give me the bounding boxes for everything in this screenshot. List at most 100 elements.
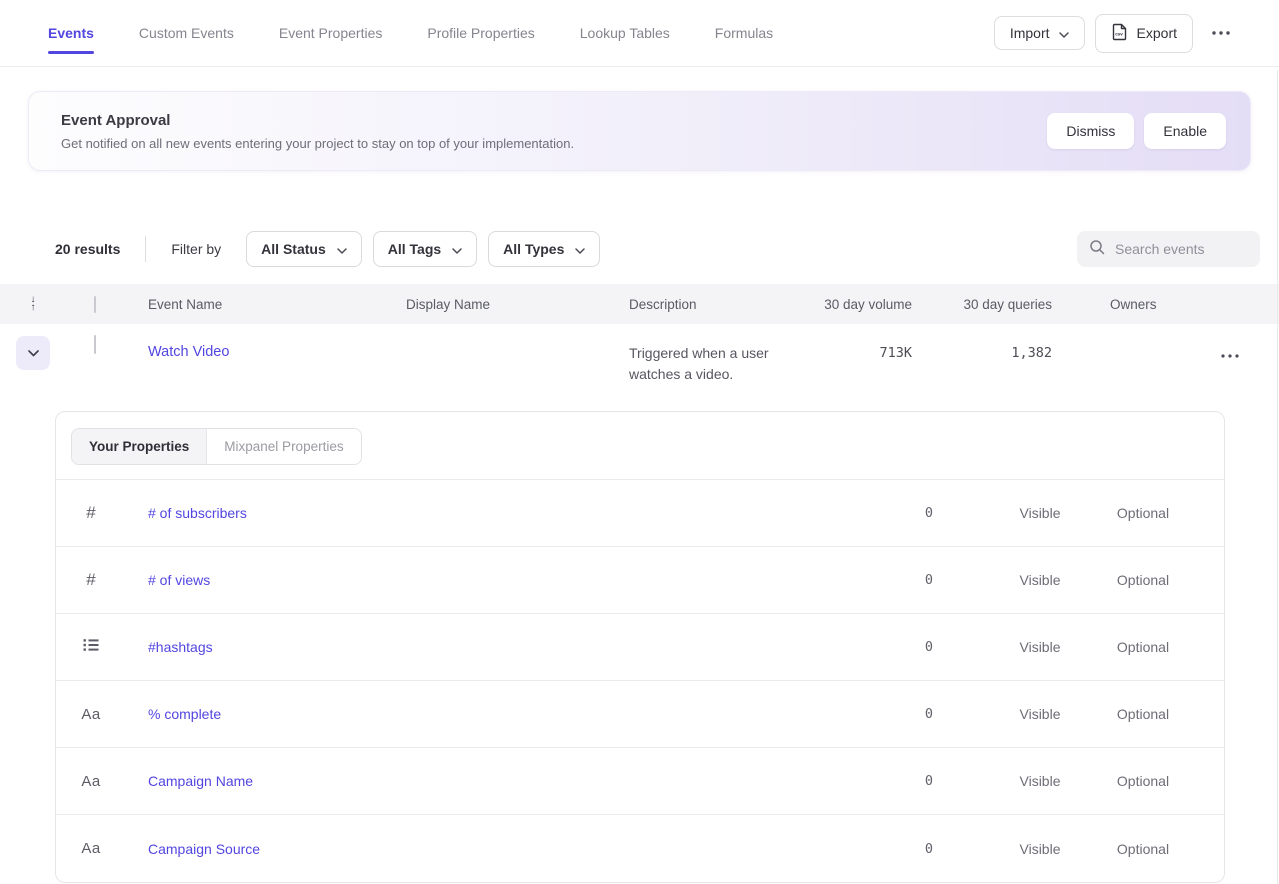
property-visibility: Visible — [1020, 572, 1061, 588]
chevron-down-icon — [28, 344, 39, 362]
property-name-link[interactable]: #hashtags — [126, 639, 882, 655]
col-queries: 30 day queries — [963, 297, 1060, 312]
property-value: 0 — [925, 639, 992, 655]
tab-mixpanel-properties[interactable]: Mixpanel Properties — [206, 429, 360, 464]
property-requirement: Optional — [1117, 841, 1169, 857]
types-filter-dropdown[interactable]: All Types — [488, 231, 600, 267]
tab-profile-properties[interactable]: Profile Properties — [427, 15, 534, 51]
event-name-link[interactable]: Watch Video — [148, 336, 229, 360]
tab-event-properties[interactable]: Event Properties — [279, 15, 383, 51]
property-row: Aa Campaign Name 0 Visible Optional — [56, 748, 1224, 815]
tab-your-properties[interactable]: Your Properties — [72, 429, 206, 464]
overflow-menu-button[interactable] — [1203, 24, 1239, 42]
results-count: 20 results — [55, 241, 120, 257]
nav-tabs: Events Custom Events Event Properties Pr… — [48, 15, 773, 51]
banner-title: Event Approval — [61, 112, 574, 129]
properties-tab-control: Your Properties Mixpanel Properties — [71, 428, 362, 465]
filter-row: 20 results Filter by All Status All Tags… — [0, 231, 1279, 267]
property-name-link[interactable]: # of views — [126, 572, 882, 588]
event-approval-banner: Event Approval Get notified on all new e… — [28, 91, 1251, 171]
row-expander-button[interactable] — [16, 336, 50, 370]
enable-button[interactable]: Enable — [1144, 113, 1226, 149]
property-visibility: Visible — [1020, 706, 1061, 722]
banner-description: Get notified on all new events entering … — [61, 136, 574, 151]
text-type-icon: Aa — [81, 840, 100, 857]
row-overflow-menu-button[interactable] — [1220, 353, 1240, 359]
property-name-link[interactable]: % complete — [126, 706, 882, 722]
property-name-link[interactable]: Campaign Source — [126, 841, 882, 857]
chevron-down-icon — [337, 241, 347, 257]
ellipsis-icon — [1220, 353, 1240, 359]
banner-text: Event Approval Get notified on all new e… — [45, 112, 574, 151]
row-checkbox[interactable] — [94, 335, 96, 354]
import-button[interactable]: Import — [994, 16, 1085, 50]
chevron-down-icon — [452, 241, 462, 257]
collapse-rows-icon[interactable]: ↓↑ — [31, 296, 36, 312]
banner-actions: Dismiss Enable — [1047, 113, 1226, 149]
ellipsis-icon — [1211, 30, 1231, 36]
property-name-link[interactable]: Campaign Name — [126, 773, 882, 789]
search-input[interactable] — [1115, 241, 1245, 257]
event-row-watch-video: Watch Video Triggered when a user watche… — [0, 324, 1279, 411]
col-display-name: Display Name — [364, 297, 594, 312]
property-row: Aa Campaign Source 0 Visible Optional — [56, 815, 1224, 882]
arrow-up-glyph: ↑ — [31, 304, 36, 312]
nav-actions: Import csv Export — [994, 14, 1239, 53]
property-requirement: Optional — [1117, 773, 1169, 789]
property-visibility: Visible — [1020, 639, 1061, 655]
properties-panel: Your Properties Mixpanel Properties # # … — [55, 411, 1225, 883]
import-button-label: Import — [1010, 25, 1050, 41]
status-filter-label: All Status — [261, 241, 326, 257]
property-requirement: Optional — [1117, 639, 1169, 655]
top-nav: Events Custom Events Event Properties Pr… — [0, 0, 1279, 67]
dismiss-button[interactable]: Dismiss — [1047, 113, 1134, 149]
divider — [145, 236, 146, 262]
col-description: Description — [594, 297, 784, 312]
property-value: 0 — [925, 505, 992, 521]
tab-lookup-tables[interactable]: Lookup Tables — [580, 15, 670, 51]
property-row: # # of views 0 Visible Optional — [56, 547, 1224, 614]
property-value: 0 — [925, 773, 992, 789]
text-type-icon: Aa — [81, 706, 100, 723]
export-button[interactable]: csv Export — [1095, 14, 1193, 53]
text-type-icon: Aa — [81, 773, 100, 790]
property-value: 0 — [925, 572, 992, 588]
property-requirement: Optional — [1117, 706, 1169, 722]
tags-filter-dropdown[interactable]: All Tags — [373, 231, 477, 267]
property-visibility: Visible — [1020, 841, 1061, 857]
property-requirement: Optional — [1117, 572, 1169, 588]
select-all-checkbox[interactable] — [94, 296, 96, 313]
status-filter-dropdown[interactable]: All Status — [246, 231, 362, 267]
number-type-icon: # — [86, 570, 95, 590]
chevron-down-icon — [575, 241, 585, 257]
chevron-down-icon — [1059, 25, 1069, 41]
property-row: #hashtags 0 Visible Optional — [56, 614, 1224, 681]
col-event-name: Event Name — [124, 297, 364, 312]
event-queries: 1,382 — [1011, 336, 1060, 361]
property-visibility: Visible — [1020, 505, 1061, 521]
types-filter-label: All Types — [503, 241, 564, 257]
property-visibility: Visible — [1020, 773, 1061, 789]
property-requirement: Optional — [1117, 505, 1169, 521]
property-row: # # of subscribers 0 Visible Optional — [56, 480, 1224, 547]
tab-events[interactable]: Events — [48, 15, 94, 51]
property-name-link[interactable]: # of subscribers — [126, 505, 882, 521]
filter-by-label: Filter by — [171, 241, 221, 257]
col-owners: Owners — [1060, 297, 1210, 312]
search-box[interactable] — [1077, 231, 1260, 267]
csv-file-icon: csv — [1111, 23, 1128, 44]
tab-formulas[interactable]: Formulas — [715, 15, 773, 51]
col-volume: 30 day volume — [824, 297, 920, 312]
events-table-header: ↓↑ Event Name Display Name Description 3… — [0, 284, 1279, 324]
event-volume: 713K — [879, 336, 920, 361]
search-icon — [1089, 239, 1105, 260]
window-edge — [1277, 70, 1278, 884]
banner-section: Event Approval Get notified on all new e… — [0, 67, 1279, 171]
property-value: 0 — [925, 706, 992, 722]
property-row: Aa % complete 0 Visible Optional — [56, 681, 1224, 748]
property-value: 0 — [925, 841, 992, 857]
tab-custom-events[interactable]: Custom Events — [139, 15, 234, 51]
tags-filter-label: All Tags — [388, 241, 441, 257]
svg-text:csv: csv — [1115, 31, 1123, 36]
export-button-label: Export — [1137, 25, 1177, 41]
